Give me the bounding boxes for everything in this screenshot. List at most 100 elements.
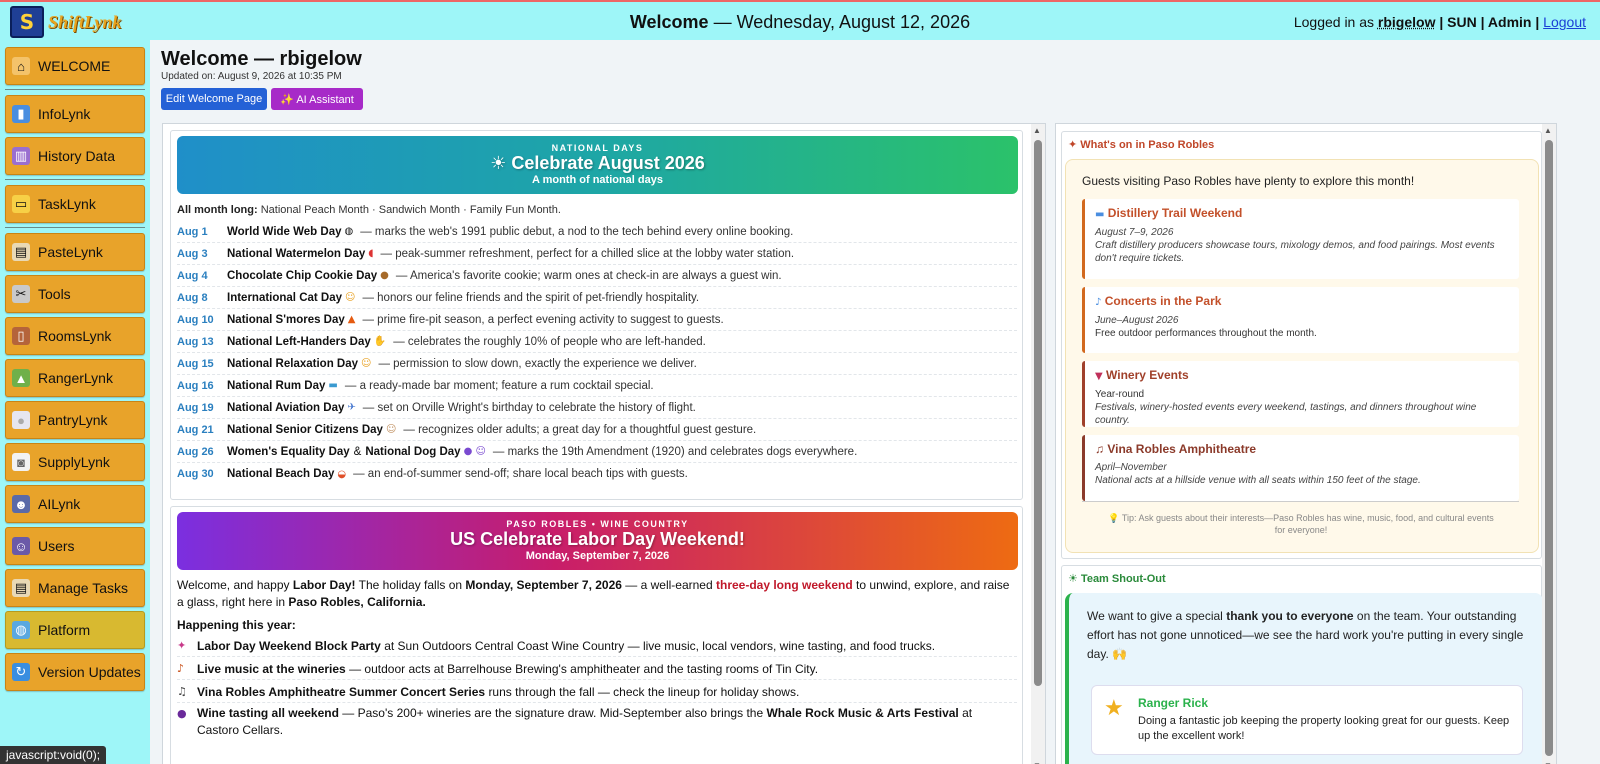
beach-umbrella-icon: ◒ [337, 468, 347, 480]
event-title-text: Distillery Trail Weekend [1107, 206, 1243, 220]
event-title-text: ♫ Vina Robles Amphitheatre [1095, 442, 1257, 456]
sidebar-item-pastelynk[interactable]: ▤ PasteLynk [5, 233, 145, 271]
banner-subtitle: Monday, September 7, 2026 [525, 550, 670, 562]
sidebar-item-label: History Data [38, 148, 116, 164]
boat-icon: ▬ [1095, 209, 1105, 220]
day-date: Aug 19 [177, 401, 214, 414]
name-joiner: & [353, 445, 362, 458]
national-days-card: NATIONAL DAYS ☀ Celebrate August 2026 A … [170, 130, 1023, 500]
left-content-panel[interactable]: NATIONAL DAYS ☀ Celebrate August 2026 A … [162, 123, 1046, 764]
sidebar-item-label: Tools [38, 286, 71, 302]
scrollbar-thumb[interactable] [1545, 140, 1553, 756]
banner-kicker: NATIONAL DAYS [551, 143, 644, 153]
sidebar-item-version-updates[interactable]: ↻ Version Updates [5, 653, 145, 691]
event-card: ♪ Concerts in the Park June–August 2026 … [1082, 287, 1519, 353]
sidebar-item-ailynk[interactable]: ☻ AILynk [5, 485, 145, 523]
top-bar: S ShiftLynk Welcome — Wednesday, August … [0, 0, 1600, 40]
paso-tip: 💡 Tip: Ask guests about their interests—… [1108, 513, 1494, 535]
door-icon: ▯ [12, 327, 30, 345]
item-text: — Paso's 200+ wineries are the signature… [342, 706, 764, 720]
day-name: National Senior Citizens Day [227, 423, 383, 436]
list-item: Aug 19 National Aviation Day ✈ — set on Orv… [177, 397, 1017, 419]
day-name: National Dog Day [365, 445, 461, 458]
sidebar: ⌂ WELCOME ▮ InfoLynk ▥ History Data ▭ TaskLy… [0, 40, 150, 764]
sidebar-item-roomslynk[interactable]: ▯ RoomsLynk [5, 317, 145, 355]
older-person-icon: ☺ [385, 424, 397, 435]
sidebar-item-label: Version Updates [38, 664, 141, 680]
list-item: Aug 13 National Left-Handers Day ✋ — celebr… [177, 331, 1017, 353]
day-name: Chocolate Chip Cookie Day [227, 269, 378, 282]
cookie-icon: ● [380, 270, 389, 281]
day-description: — marks the web's 1991 public debut, a n… [360, 225, 794, 238]
day-date: Aug 13 [177, 335, 214, 348]
logout-link[interactable]: Logout [1543, 14, 1586, 30]
sidebar-item-pantrylynk[interactable]: ● PantryLynk [5, 401, 145, 439]
sidebar-item-rangerlynk[interactable]: ▲ RangerLynk [5, 359, 145, 397]
sidebar-item-users[interactable]: ☺ Users [5, 527, 145, 565]
labor-day-card: PASO ROBLES • WINE COUNTRY US Celebrate … [170, 506, 1023, 764]
event-date: August 7–9, 2026 [1095, 227, 1174, 238]
sidebar-item-platform[interactable]: ◍ Platform [5, 611, 145, 649]
event-title: ▬ Distillery Trail Weekend [1095, 207, 1509, 221]
sidebar-item-tasklynk[interactable]: ▭ TaskLynk [5, 185, 145, 223]
scroll-up-arrow-icon[interactable]: ▲ [1033, 126, 1041, 135]
music-notes-icon: ♪ [1095, 297, 1102, 308]
edit-welcome-page-button[interactable]: Edit Welcome Page [161, 88, 267, 110]
day-date: Aug 1 [177, 225, 208, 238]
sidebar-item-tools[interactable]: ✂ Tools [5, 275, 145, 313]
sidebar-item-label: Platform [38, 622, 91, 638]
wine-glass-icon: ▼ [1095, 371, 1103, 382]
scroll-up-arrow-icon[interactable]: ▲ [1544, 126, 1552, 135]
day-date: Aug 3 [177, 247, 208, 260]
paper-roll-icon: ◙ [12, 453, 30, 471]
event-date: June–August 2026 [1095, 315, 1179, 326]
day-name: National Relaxation Day [227, 357, 359, 370]
event-title-text: Winery Events [1106, 368, 1189, 382]
plate-icon: ● [12, 411, 30, 429]
list-item: ♫ Vina Robles Amphitheatre Summer Concert… [177, 681, 1017, 703]
event-description: National acts at a hillside venue with a… [1095, 475, 1421, 486]
day-name: National Beach Day [227, 468, 335, 480]
updated-timestamp: Updated on: August 9, 2026 at 10:35 PM [161, 71, 342, 82]
cat-icon: ☺ [345, 292, 356, 303]
party-popper-icon: ✦ [177, 639, 187, 652]
intro-text: Welcome, and happy [177, 578, 290, 592]
left-scrollbar[interactable]: ▲ ▼ [1031, 124, 1045, 764]
day-date: Aug 15 [177, 357, 214, 370]
sidebar-item-label: SupplyLynk [38, 454, 110, 470]
scrollbar-thumb[interactable] [1034, 140, 1042, 686]
list-item: Aug 10 National S'mores Day ▲ — prime fire-… [177, 309, 1017, 331]
item-title: Vina Robles Amphitheatre Summer Concert … [197, 684, 486, 699]
role-info: | SUN | Admin | [1439, 14, 1540, 30]
right-content-panel[interactable]: ✦ What's on in Paso Robles Guests visiti… [1055, 123, 1557, 764]
event-date: April–November [1095, 462, 1167, 473]
sidebar-item-manage-tasks[interactable]: ▤ Manage Tasks [5, 569, 145, 607]
sidebar-item-welcome[interactable]: ⌂ WELCOME [5, 47, 145, 85]
day-description: — recognizes older adults; a great day f… [403, 423, 757, 436]
sidebar-item-history-data[interactable]: ▥ History Data [5, 137, 145, 175]
intro-location: Paso Robles, California. [288, 595, 426, 609]
sidebar-item-supplylynk[interactable]: ◙ SupplyLynk [5, 443, 145, 481]
books-icon: ▥ [12, 147, 30, 165]
ai-assistant-button[interactable]: ✨ AI Assistant [271, 88, 363, 110]
day-name: National Aviation Day [227, 401, 345, 414]
event-title: ♫ Vina Robles Amphitheatre [1095, 443, 1509, 456]
shoutout-highlight: thank you to everyone [1226, 609, 1354, 623]
all-month-text: National Peach Month · Sandwich Month · … [260, 204, 561, 216]
sidebar-item-infolynk[interactable]: ▮ InfoLynk [5, 95, 145, 133]
event-card: ▼ Winery Events Year-round Festivals, wi… [1082, 361, 1519, 427]
sidebar-item-label: PasteLynk [38, 244, 103, 260]
event-description: Festivals, winery-hosted events every we… [1095, 402, 1477, 426]
globe-icon: ◍ [344, 226, 354, 237]
day-name: National Watermelon Day [227, 247, 366, 260]
intro-highlight: three-day long weekend [716, 578, 853, 592]
sidebar-item-label: InfoLynk [38, 106, 91, 122]
right-scrollbar[interactable]: ▲ ▼ [1542, 124, 1556, 764]
sidebar-item-label: Manage Tasks [38, 580, 129, 596]
list-item: ♪ Live music at the wineries — outdoor ac… [177, 658, 1017, 680]
shoutout-person-card: ★ Ranger Rick Doing a fantastic job keep… [1091, 685, 1523, 755]
list-item: ✦ Labor Day Weekend Block Party at Sun Ou… [177, 635, 1017, 657]
all-month-label: All month long: [177, 204, 258, 216]
list-item: ● Wine tasting all weekend — Paso's 200+ … [177, 705, 1017, 739]
intro-text: — a well-earned [625, 578, 713, 592]
